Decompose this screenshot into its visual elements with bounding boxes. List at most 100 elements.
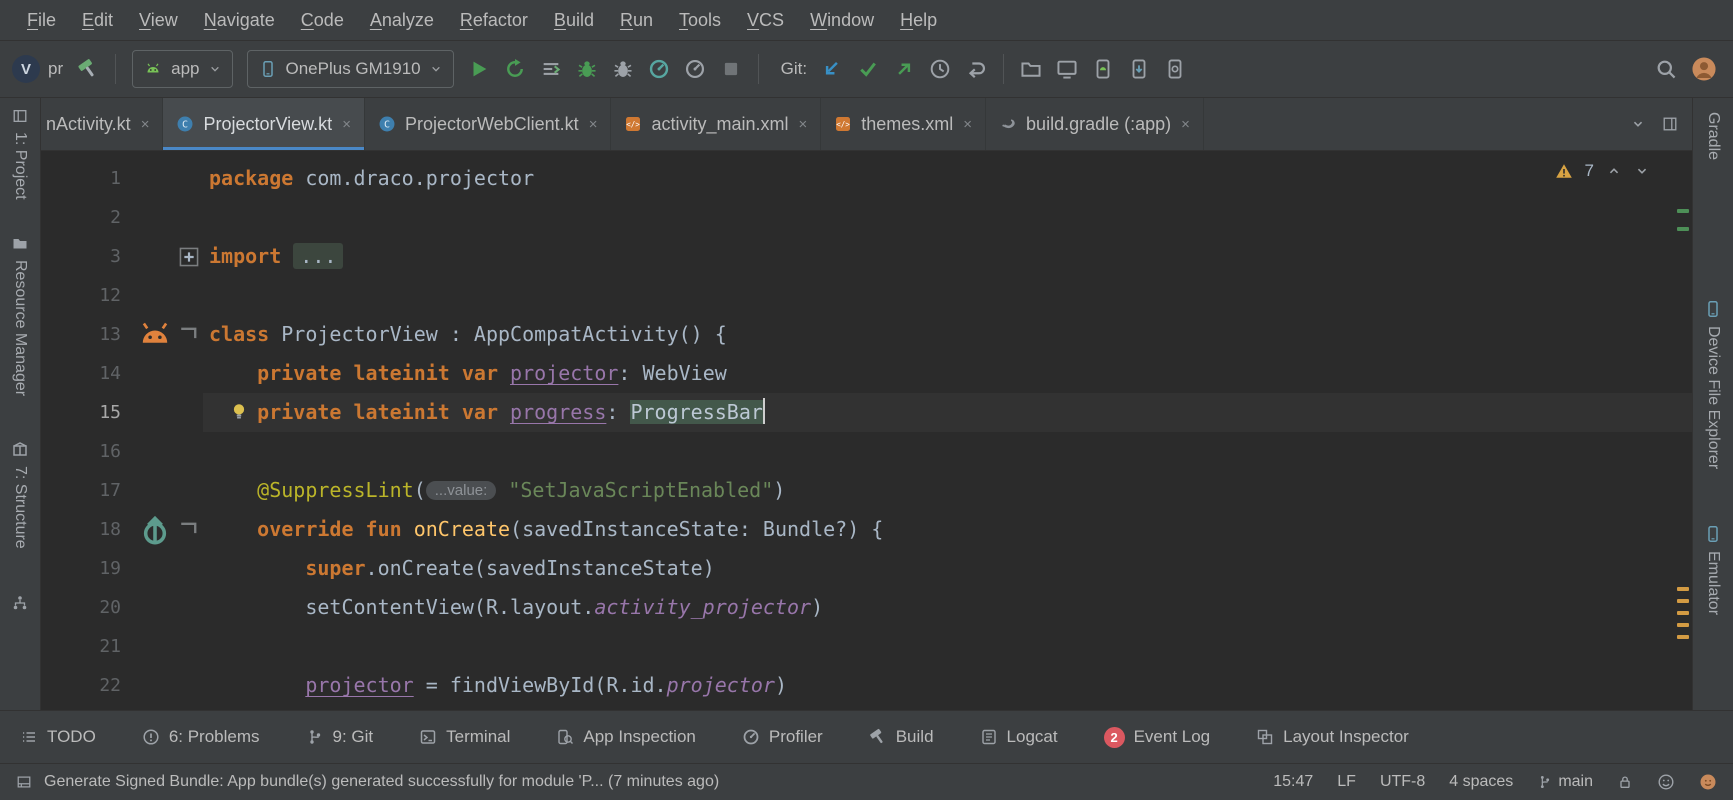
debug-button[interactable] — [576, 58, 598, 80]
close-tab-icon[interactable]: × — [963, 116, 972, 133]
encoding-indicator[interactable]: UTF-8 — [1380, 773, 1425, 791]
user-avatar[interactable] — [1691, 56, 1717, 82]
menu-item-analyze[interactable]: Analyze — [357, 10, 447, 31]
package-icon[interactable] — [11, 440, 29, 458]
close-tab-icon[interactable]: × — [1181, 116, 1190, 133]
device-manager-button[interactable] — [1164, 58, 1186, 80]
fold-marker[interactable] — [175, 510, 203, 549]
tool-window-button-6-problems[interactable]: 6: Problems — [142, 727, 260, 747]
code-line-22[interactable]: 22 projector = findViewById(R.id.project… — [41, 666, 1692, 705]
android-class-gutter-icon[interactable] — [135, 315, 175, 354]
close-tab-icon[interactable]: × — [342, 116, 351, 133]
tool-window-button-layout-inspector[interactable]: Layout Inspector — [1256, 727, 1409, 747]
code-line-21[interactable]: 21 — [41, 627, 1692, 666]
menu-item-help[interactable]: Help — [887, 10, 950, 31]
git-branch-indicator[interactable]: main — [1537, 773, 1593, 791]
code-editor[interactable]: 1package com.draco.projector23import ...… — [41, 151, 1692, 710]
code-line-13[interactable]: 13class ProjectorView : AppCompatActivit… — [41, 315, 1692, 354]
tab-build-gradle-app-[interactable]: build.gradle (:app)× — [986, 98, 1204, 150]
lock-icon[interactable] — [1617, 774, 1633, 790]
intention-bulb-icon[interactable] — [229, 401, 249, 421]
code-line-17[interactable]: 17 @SuppressLint(...value: "SetJavaScrip… — [41, 471, 1692, 510]
tab-projectorwebclient-kt[interactable]: CProjectorWebClient.kt× — [365, 98, 612, 150]
update-project-button[interactable] — [821, 58, 843, 80]
menu-item-navigate[interactable]: Navigate — [191, 10, 288, 31]
tool-window-button-todo[interactable]: TODO — [20, 727, 96, 747]
menu-item-refactor[interactable]: Refactor — [447, 10, 541, 31]
tab-nactivity-kt[interactable]: nActivity.kt× — [41, 98, 163, 150]
code-line-19[interactable]: 19 super.onCreate(savedInstanceState) — [41, 549, 1692, 588]
module-selector[interactable]: app — [132, 50, 232, 88]
code-line-12[interactable]: 12 — [41, 276, 1692, 315]
apply-changes-button[interactable] — [504, 58, 526, 80]
run-button[interactable] — [468, 58, 490, 80]
tab-projectorview-kt[interactable]: CProjectorView.kt× — [163, 98, 365, 150]
rollback-button[interactable] — [965, 58, 987, 80]
avd-manager-button[interactable] — [1092, 58, 1114, 80]
project-window-icon[interactable] — [12, 108, 28, 124]
hidden-tabs-chevron-icon[interactable] — [1630, 116, 1646, 132]
code-line-3[interactable]: 3import ... — [41, 237, 1692, 276]
sdk-manager-button[interactable] — [1128, 58, 1150, 80]
fold-marker[interactable] — [175, 237, 203, 276]
search-everywhere-button[interactable] — [1655, 58, 1677, 80]
code-line-20[interactable]: 20 setContentView(R.layout.activity_proj… — [41, 588, 1692, 627]
menu-item-vcs[interactable]: VCS — [734, 10, 797, 31]
prev-warning-icon[interactable] — [1606, 163, 1622, 179]
menu-item-view[interactable]: View — [126, 10, 191, 31]
status-message[interactable]: Generate Signed Bundle: App bundle(s) ge… — [44, 773, 719, 791]
project-structure-button[interactable] — [1020, 58, 1042, 80]
feedback-smiley-icon[interactable] — [1657, 773, 1675, 791]
code-line-2[interactable]: 2 — [41, 198, 1692, 237]
tab-activity-main-xml[interactable]: </>activity_main.xml× — [611, 98, 821, 150]
editor-layout-icon[interactable] — [1662, 116, 1678, 132]
tab-themes-xml[interactable]: </>themes.xml× — [821, 98, 986, 150]
fold-marker[interactable] — [175, 315, 203, 354]
tool-stripe-structure[interactable]: 7: Structure — [11, 466, 29, 549]
tool-window-button-logcat[interactable]: Logcat — [980, 727, 1058, 747]
push-button[interactable] — [893, 58, 915, 80]
menu-item-file[interactable]: File — [14, 10, 69, 31]
device-selector[interactable]: OnePlus GM1910 — [247, 50, 454, 88]
menu-item-code[interactable]: Code — [288, 10, 357, 31]
project-name[interactable]: pr — [48, 59, 63, 79]
toolwindow-toggle-icon[interactable] — [16, 774, 32, 790]
tool-window-button-profiler[interactable]: Profiler — [742, 727, 823, 747]
commit-button[interactable] — [857, 58, 879, 80]
code-line-1[interactable]: 1package com.draco.projector — [41, 159, 1692, 198]
override-gutter-icon[interactable] — [135, 510, 175, 549]
code-line-16[interactable]: 16 — [41, 432, 1692, 471]
tool-stripe-gradle[interactable]: Gradle — [1704, 112, 1722, 160]
inspections-widget[interactable]: 7 — [1555, 161, 1650, 181]
indent-indicator[interactable]: 4 spaces — [1449, 773, 1513, 791]
attach-debugger-button[interactable] — [612, 58, 634, 80]
menu-item-window[interactable]: Window — [797, 10, 887, 31]
stop-button[interactable] — [720, 58, 742, 80]
tool-stripe-emulator[interactable]: Emulator — [1704, 551, 1722, 615]
structure-icon[interactable] — [11, 594, 29, 612]
close-tab-icon[interactable]: × — [589, 116, 598, 133]
line-separator-indicator[interactable]: LF — [1337, 773, 1356, 791]
close-tab-icon[interactable]: × — [141, 116, 150, 133]
tool-window-button-build[interactable]: Build — [869, 727, 934, 747]
folder-icon[interactable] — [11, 234, 29, 252]
build-hammer-icon[interactable] — [77, 58, 99, 80]
tool-window-button-event-log[interactable]: 2Event Log — [1104, 727, 1211, 748]
error-stripe[interactable] — [1676, 151, 1692, 710]
menu-item-edit[interactable]: Edit — [69, 10, 126, 31]
tool-stripe-project[interactable]: 1: Project — [11, 132, 29, 200]
tool-stripe-resource-manager[interactable]: Resource Manager — [11, 260, 29, 396]
apply-code-changes-button[interactable] — [540, 58, 562, 80]
notification-avatar-icon[interactable] — [1699, 773, 1717, 791]
menu-item-run[interactable]: Run — [607, 10, 666, 31]
device-monitor-button[interactable] — [1056, 58, 1078, 80]
emulator-icon[interactable] — [1704, 525, 1722, 543]
tool-window-button-9-git[interactable]: 9: Git — [306, 727, 374, 747]
code-line-14[interactable]: 14 private lateinit var projector: WebVi… — [41, 354, 1692, 393]
code-line-18[interactable]: 18 override fun onCreate(savedInstanceSt… — [41, 510, 1692, 549]
menu-item-tools[interactable]: Tools — [666, 10, 734, 31]
history-button[interactable] — [929, 58, 951, 80]
project-logo[interactable]: V — [12, 55, 40, 83]
profiler-button[interactable] — [648, 58, 670, 80]
menu-item-build[interactable]: Build — [541, 10, 607, 31]
